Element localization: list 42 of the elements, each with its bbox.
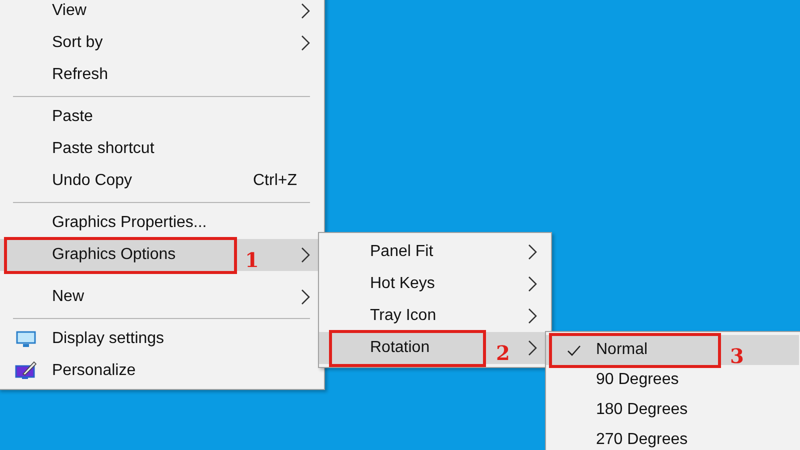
menu-item[interactable]: 180 Degrees	[546, 395, 799, 425]
menu-item-label: Rotation	[370, 338, 430, 358]
chevron-right-icon	[528, 244, 537, 260]
menu-item[interactable]: Paste shortcut	[0, 133, 324, 165]
chevron-right-icon	[528, 308, 537, 324]
chevron-right-icon	[528, 340, 537, 356]
menu-item-label: Tray Icon	[370, 306, 436, 326]
menu-item-label: Panel Fit	[370, 242, 434, 262]
menu-item-label: Hot Keys	[370, 274, 435, 294]
menu-item-label: Paste	[52, 107, 93, 127]
chevron-right-icon	[301, 247, 310, 263]
chevron-right-icon	[301, 289, 310, 305]
menu-item[interactable]: Graphics Properties...	[0, 207, 324, 239]
monitor-brush-icon	[15, 360, 37, 380]
callout-number: 1	[245, 247, 259, 274]
menu-item-label: Undo Copy	[52, 171, 132, 191]
menu-item[interactable]: Undo Copy Ctrl+Z	[0, 165, 324, 197]
menu-item-label: Paste shortcut	[52, 139, 154, 159]
menu-item-label: Graphics Properties...	[52, 213, 207, 233]
menu-item[interactable]: Normal 3	[546, 335, 799, 365]
chevron-right-icon	[301, 35, 310, 51]
menu-item-label: 90 Degrees	[596, 370, 679, 390]
menu-item-label: Normal	[596, 340, 648, 360]
menu-item[interactable]: Sort by	[0, 27, 324, 59]
menu-item-label: Personalize	[52, 361, 136, 381]
menu-item-label: View	[52, 1, 86, 21]
menu-item[interactable]: Refresh	[0, 59, 324, 91]
menu-item-label: Refresh	[52, 65, 108, 85]
menu-item-label: Sort by	[52, 33, 103, 53]
menu-item-label: 270 Degrees	[596, 430, 688, 450]
menu-item-label: New	[52, 287, 84, 307]
menu-item[interactable]: Paste	[0, 101, 324, 133]
menu-item-label: Display settings	[52, 329, 164, 349]
menu-item[interactable]: 270 Degrees	[546, 425, 799, 450]
chevron-right-icon	[528, 276, 537, 292]
menu-item-label: Graphics Options	[52, 245, 176, 265]
monitor-icon	[16, 330, 36, 348]
callout-number: 2	[496, 340, 510, 367]
menu-item-label: 180 Degrees	[596, 400, 688, 420]
shortcut-label: Ctrl+Z	[253, 171, 297, 191]
menu-item[interactable]: View	[0, 0, 324, 27]
chevron-right-icon	[301, 3, 310, 19]
